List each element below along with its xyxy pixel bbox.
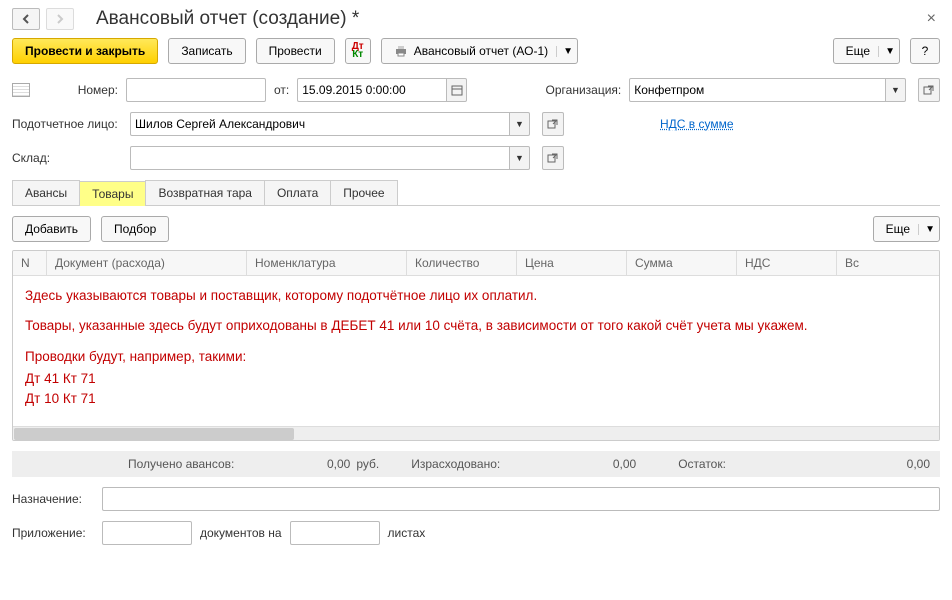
tab-bar: Авансы Товары Возвратная тара Оплата Про…	[12, 180, 940, 206]
warehouse-dropdown-button[interactable]: ▼	[510, 146, 530, 170]
calendar-button[interactable]	[447, 78, 467, 102]
col-qty[interactable]: Количество	[407, 251, 517, 275]
nav-back-button[interactable]	[12, 8, 40, 30]
person-label: Подотчетное лицо:	[12, 117, 122, 131]
col-n[interactable]: N	[13, 251, 47, 275]
add-row-button[interactable]: Добавить	[12, 216, 91, 242]
dk-button[interactable]: ДтКт	[345, 38, 371, 64]
calendar-icon	[451, 84, 463, 96]
person-open-button[interactable]	[542, 112, 564, 136]
close-icon[interactable]: ×	[923, 10, 940, 28]
from-label: от:	[274, 83, 289, 97]
print-report-button[interactable]: Авансовый отчет (АО-1) ▼	[381, 38, 578, 64]
spent-label: Израсходовано:	[411, 457, 500, 471]
person-dropdown-button[interactable]: ▼	[510, 112, 530, 136]
purpose-label: Назначение:	[12, 492, 94, 506]
chevron-down-icon: ▼	[918, 224, 935, 235]
open-icon	[923, 84, 935, 96]
warehouse-input[interactable]	[130, 146, 510, 170]
goods-table: N Документ (расхода) Номенклатура Количе…	[12, 250, 940, 441]
received-value: 0,00	[240, 457, 350, 471]
horizontal-scrollbar[interactable]	[13, 426, 939, 440]
col-total[interactable]: Вс	[837, 251, 939, 275]
summary-bar: Получено авансов: 0,00 руб. Израсходован…	[12, 451, 940, 477]
purpose-input[interactable]	[102, 487, 940, 511]
open-icon	[547, 152, 559, 164]
chevron-down-icon: ▼	[878, 46, 895, 57]
docs-on-label: документов на	[200, 526, 282, 540]
docs-count-input[interactable]	[102, 521, 192, 545]
spent-value: 0,00	[506, 457, 636, 471]
post-and-close-button[interactable]: Провести и закрыть	[12, 38, 158, 64]
org-dropdown-button[interactable]: ▼	[886, 78, 906, 102]
person-input[interactable]	[130, 112, 510, 136]
printer-icon	[394, 45, 408, 57]
pick-button[interactable]: Подбор	[101, 216, 169, 242]
post-button[interactable]: Провести	[256, 38, 335, 64]
tab-returnable[interactable]: Возвратная тара	[145, 180, 265, 205]
window-title: Авансовый отчет (создание) *	[96, 8, 917, 30]
debit-credit-icon: ДтКт	[352, 43, 364, 59]
chevron-down-icon: ▼	[556, 46, 573, 57]
table-more-button[interactable]: Еще ▼	[873, 216, 940, 242]
help-button[interactable]: ?	[910, 38, 940, 64]
received-label: Получено авансов:	[128, 457, 234, 471]
col-price[interactable]: Цена	[517, 251, 627, 275]
col-sum[interactable]: Сумма	[627, 251, 737, 275]
table-header: N Документ (расхода) Номенклатура Количе…	[13, 251, 939, 276]
balance-label: Остаток:	[678, 457, 726, 471]
save-button[interactable]: Записать	[168, 38, 245, 64]
col-nomenclature[interactable]: Номенклатура	[247, 251, 407, 275]
col-vat[interactable]: НДС	[737, 251, 837, 275]
date-input[interactable]	[297, 78, 447, 102]
scrollbar-thumb[interactable]	[14, 428, 294, 440]
number-label: Номер:	[38, 83, 118, 97]
col-document[interactable]: Документ (расхода)	[47, 251, 247, 275]
number-input[interactable]	[126, 78, 266, 102]
tab-other[interactable]: Прочее	[330, 180, 397, 205]
currency-label: руб.	[356, 457, 379, 471]
nav-forward-button[interactable]	[46, 8, 74, 30]
tab-payment[interactable]: Оплата	[264, 180, 331, 205]
sheets-label: листах	[388, 526, 426, 540]
more-button[interactable]: Еще ▼	[833, 38, 900, 64]
warehouse-open-button[interactable]	[542, 146, 564, 170]
org-input[interactable]	[629, 78, 886, 102]
tab-goods[interactable]: Товары	[79, 181, 146, 206]
tab-advances[interactable]: Авансы	[12, 180, 80, 205]
sheets-count-input[interactable]	[290, 521, 380, 545]
org-open-button[interactable]	[918, 78, 940, 102]
balance-value: 0,00	[732, 457, 930, 471]
open-icon	[547, 118, 559, 130]
vat-mode-link[interactable]: НДС в сумме	[660, 117, 734, 131]
attachment-label: Приложение:	[12, 526, 94, 540]
document-icon	[12, 83, 30, 97]
table-body-note: Здесь указываются товары и поставщик, ко…	[13, 276, 939, 426]
org-label: Организация:	[531, 83, 621, 97]
warehouse-label: Склад:	[12, 151, 122, 165]
